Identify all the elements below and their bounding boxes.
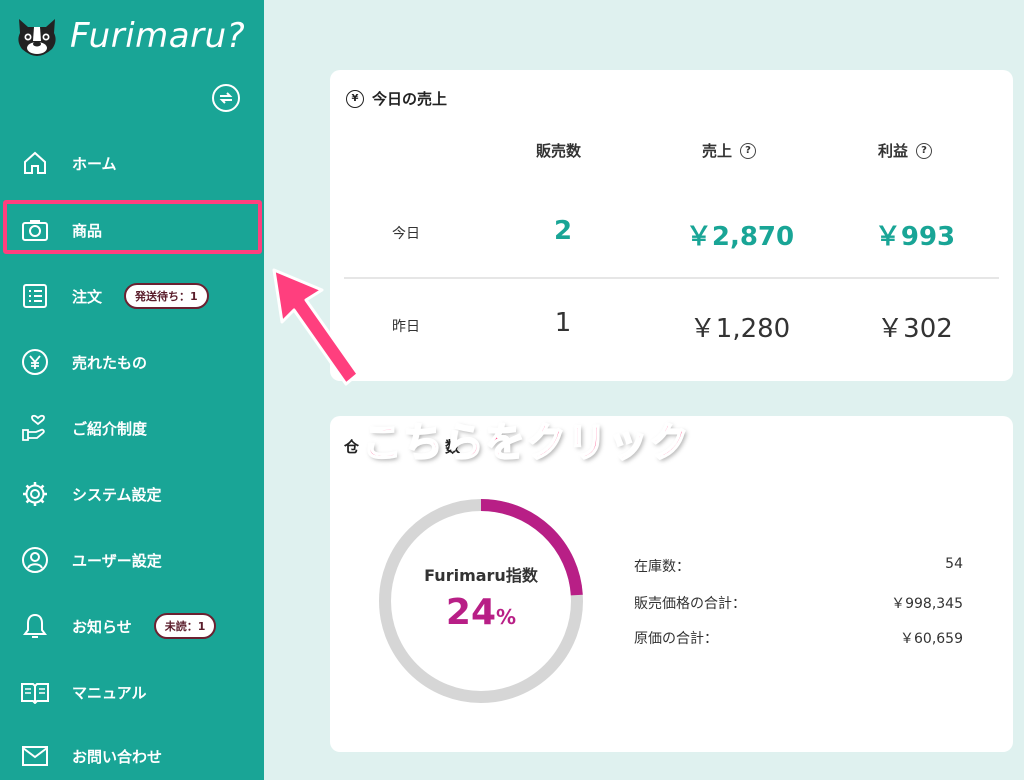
stat-value-cost-total: ￥60,659 [900, 631, 963, 647]
sidebar-item-label: お問い合わせ [72, 747, 163, 766]
stat-value-stock: 54 [945, 556, 963, 572]
camera-icon [20, 215, 50, 245]
today-sales: ￥2,870 [685, 222, 795, 252]
sidebar-item-label: 売れたもの [72, 353, 148, 372]
sidebar-item-label: お知らせ [72, 617, 132, 636]
sidebar-item-contact[interactable]: お問い合わせ [0, 730, 264, 780]
stat-label-price-total: 販売価格の合計： [634, 596, 746, 612]
sidebar-item-sold[interactable]: 売れたもの [0, 336, 264, 388]
col-header-count: 販売数 [536, 142, 582, 160]
yesterday-count: 1 [554, 308, 572, 338]
sidebar-item-orders[interactable]: 注文 発送待ち：1 [0, 270, 264, 322]
yen-icon: ¥ [346, 89, 364, 108]
brand-name: Furimaru? [70, 16, 246, 56]
yesterday-profit: ￥302 [877, 314, 953, 344]
bulldog-logo-icon [18, 19, 56, 56]
index-value: 24% [445, 592, 517, 633]
sidebar-item-label: システム設定 [72, 485, 162, 504]
col-header-profit: 利益? [878, 140, 933, 161]
row-divider [344, 277, 999, 279]
hand-heart-icon [20, 413, 50, 443]
stat-label-cost-total: 原価の合計： [634, 631, 718, 647]
help-icon[interactable]: ? [916, 142, 933, 159]
sidebar-item-home[interactable]: ホーム [0, 137, 264, 189]
unread-badge: 未読：1 [153, 613, 217, 639]
sidebar: Furimaru? ホーム 商品 注文 発送待ち：1 売れたもの ご紹介制度 シ… [0, 0, 264, 780]
annotation-arrow [272, 268, 360, 386]
sidebar-item-referral[interactable]: ご紹介制度 [0, 402, 264, 454]
sidebar-item-system-settings[interactable]: システム設定 [0, 468, 264, 520]
bell-icon [20, 611, 50, 641]
row-label-yesterday: 昨日 [392, 319, 420, 335]
card-title: ¥ 今日の売上 [346, 88, 447, 109]
sidebar-item-label: ご紹介制度 [72, 419, 148, 438]
sidebar-item-label: ホーム [72, 154, 117, 173]
user-icon [20, 545, 50, 575]
today-sales-card: ¥ 今日の売上 販売数 売上? 利益? 今日 2 ￥2,870 ￥993 昨日 … [330, 70, 1013, 381]
today-count: 2 [553, 216, 573, 246]
row-label-today: 今日 [392, 226, 420, 242]
list-icon [20, 281, 50, 311]
swap-icon[interactable] [212, 84, 240, 112]
index-label: Furimaru指数 [424, 566, 538, 585]
stat-label-stock: 在庫数： [634, 559, 690, 575]
stat-value-price-total: ￥998,345 [891, 596, 963, 612]
help-icon[interactable]: ? [740, 142, 757, 159]
yesterday-sales: ￥1,280 [689, 314, 791, 344]
col-header-sales: 売上? [702, 140, 757, 161]
sidebar-item-label: ユーザー設定 [72, 551, 162, 570]
sidebar-item-label: 注文 [72, 287, 103, 306]
sidebar-item-label: 商品 [72, 221, 103, 240]
sidebar-item-manual[interactable]: マニュアル [0, 666, 264, 718]
sidebar-item-products[interactable]: 商品 [0, 204, 264, 256]
brand-logo[interactable]: Furimaru? [14, 14, 245, 58]
home-icon [20, 148, 50, 178]
mail-icon [20, 741, 50, 771]
today-sales-title: 今日の売上 [372, 90, 448, 108]
sidebar-item-user-settings[interactable]: ユーザー設定 [0, 534, 264, 586]
today-profit: ￥993 [874, 222, 956, 252]
yen-icon [20, 347, 50, 377]
annotation-text: こちらをクリック [361, 419, 690, 467]
pending-shipment-badge: 発送待ち：1 [124, 283, 209, 309]
sidebar-item-notifications[interactable]: お知らせ 未読：1 [0, 600, 264, 652]
sidebar-item-label: マニュアル [72, 683, 147, 702]
gear-icon [20, 479, 50, 509]
book-icon [20, 677, 50, 707]
